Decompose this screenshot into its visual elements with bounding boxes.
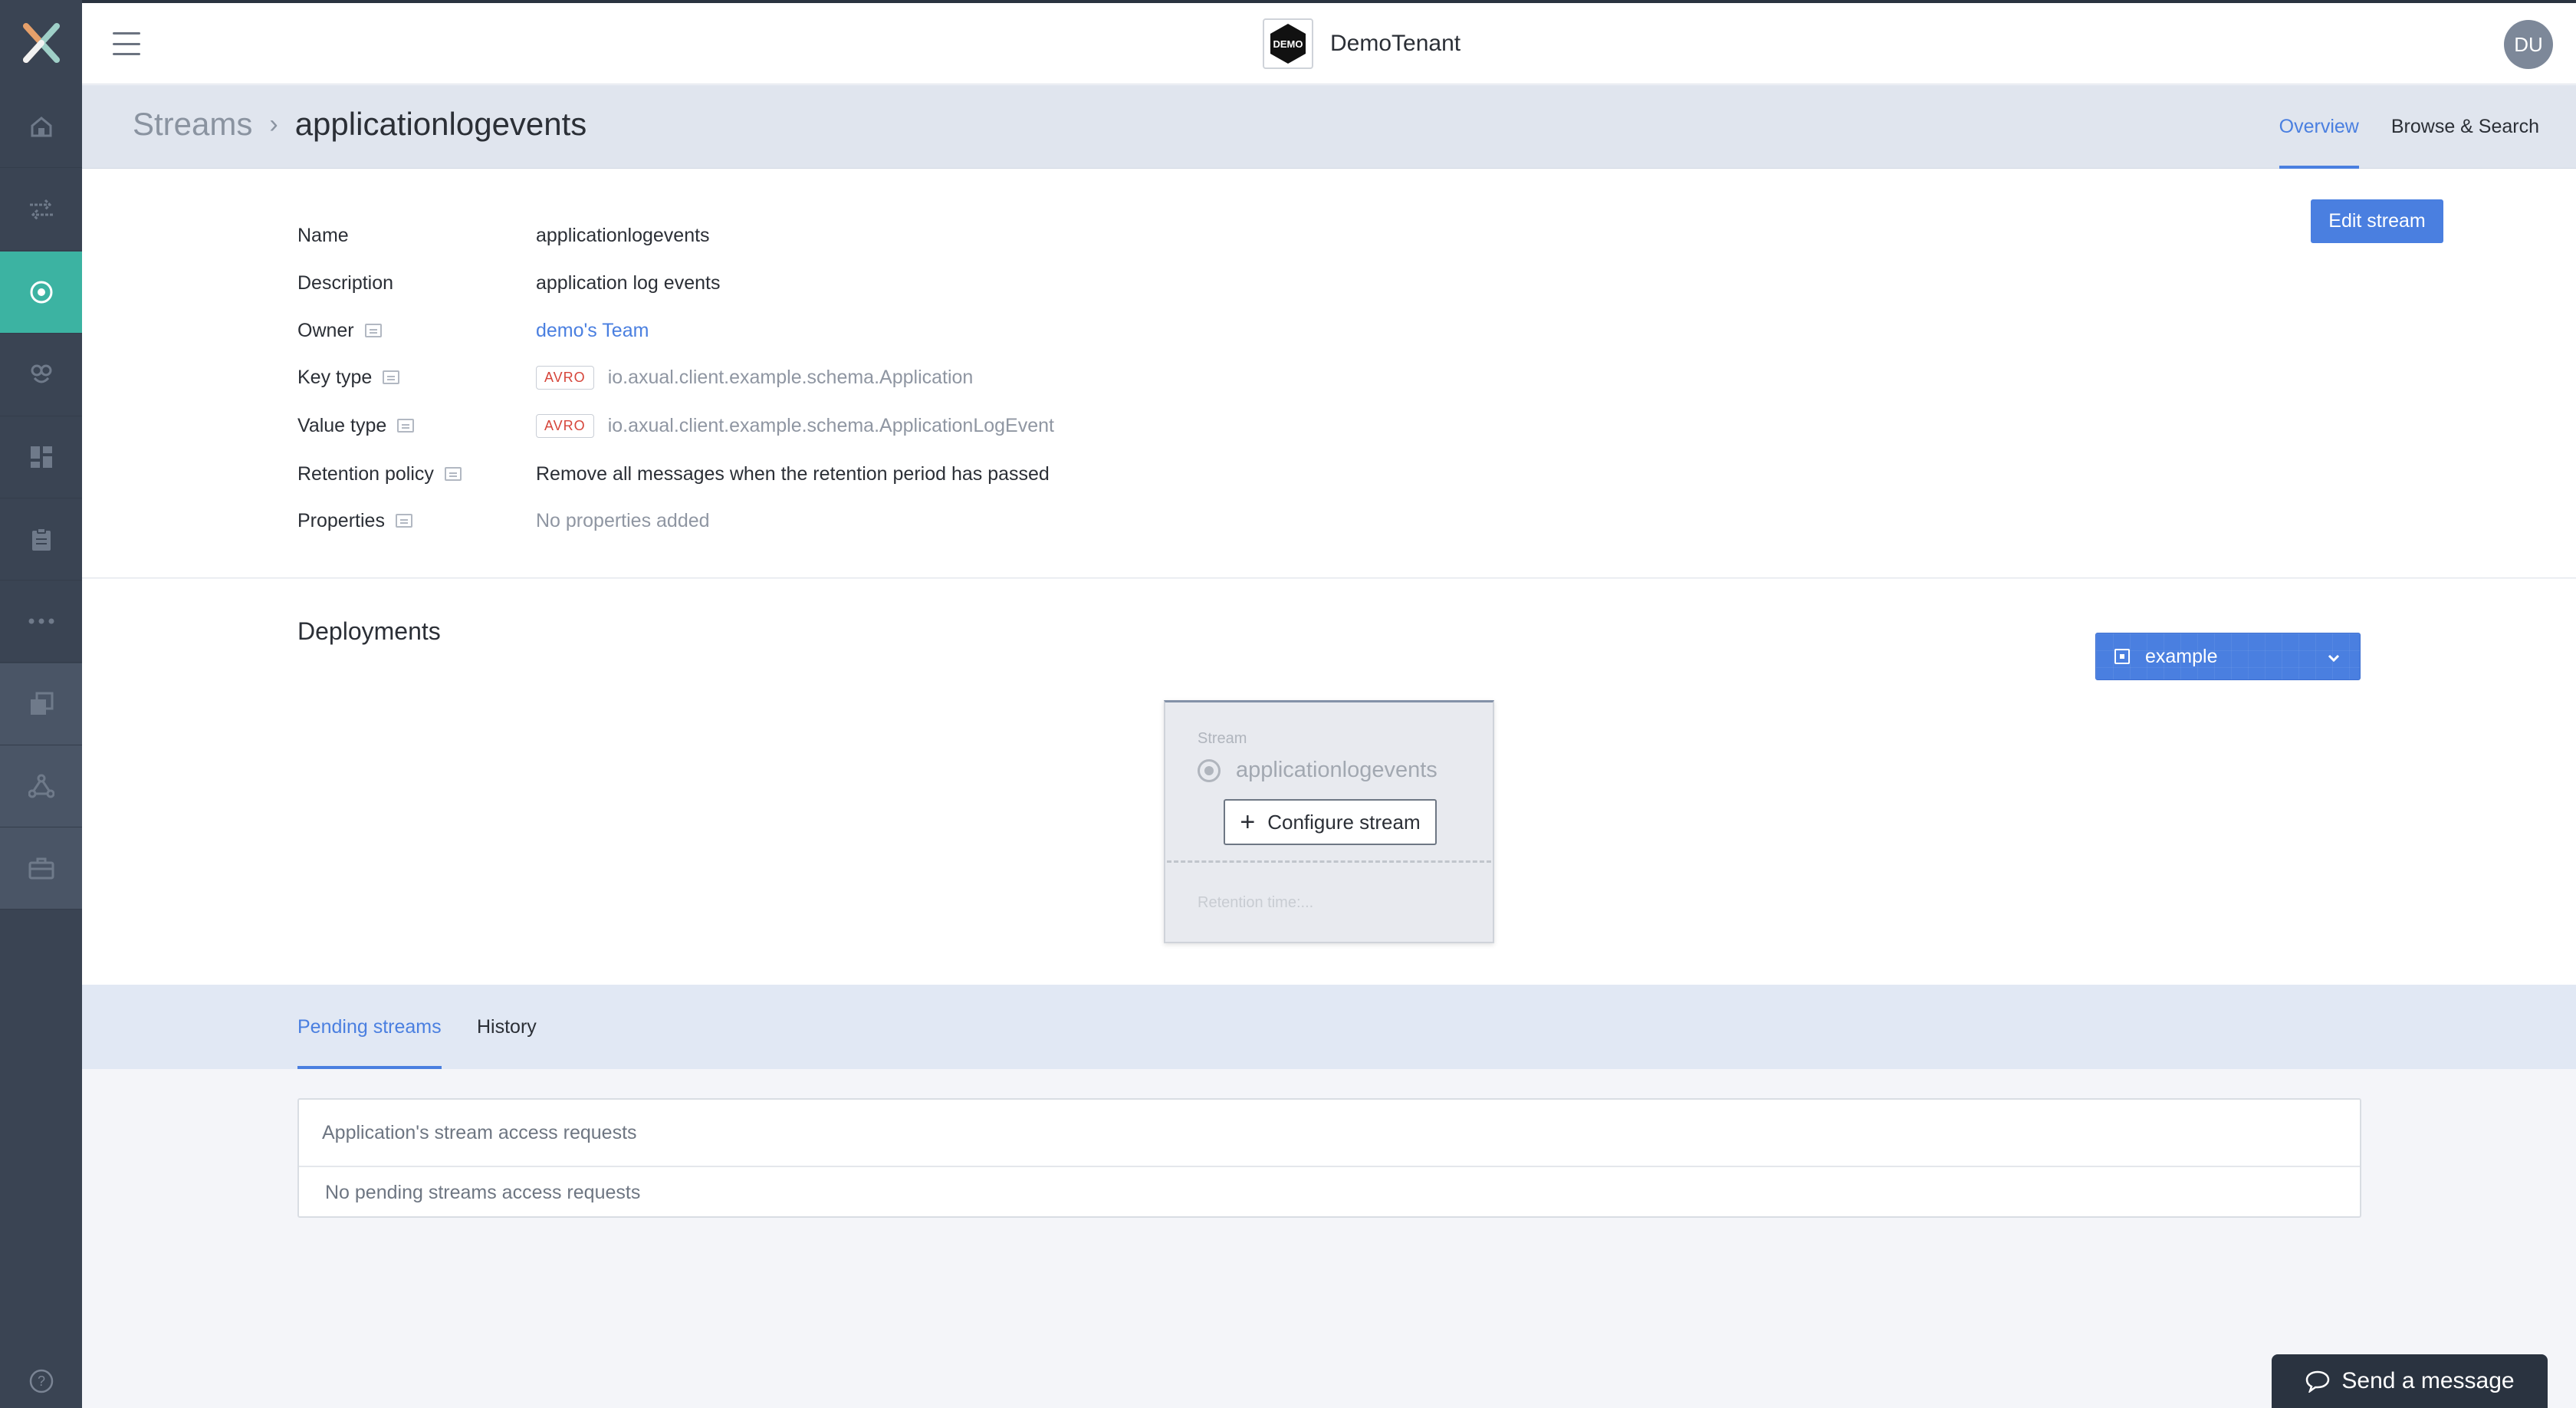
info-icon[interactable]: [395, 514, 412, 528]
send-message-label: Send a message: [2341, 1368, 2515, 1393]
field-properties: Properties No properties added: [297, 505, 710, 536]
tenant-switcher[interactable]: DEMO DemoTenant: [1263, 18, 1460, 69]
user-avatar[interactable]: DU: [2504, 20, 2553, 69]
breadcrumb-separator: ›: [269, 109, 278, 139]
help-icon: ?: [29, 1369, 53, 1393]
tenant-logo: DEMO: [1263, 18, 1313, 69]
retention-policy-value: Remove all messages when the retention p…: [536, 462, 1050, 485]
top-header: DEMO DemoTenant DU: [82, 3, 2576, 84]
tab-browse-search[interactable]: Browse & Search: [2391, 85, 2539, 169]
properties-value: No properties added: [536, 509, 710, 531]
requests-tabs: Pending streams History: [82, 985, 2576, 1069]
avro-badge: AVRO: [536, 413, 594, 438]
stream-access-requests-panel: Application's stream access requests No …: [297, 1098, 2361, 1218]
tab-overview[interactable]: Overview: [2279, 85, 2360, 169]
deployments-title: Deployments: [297, 617, 441, 645]
field-owner: Owner demo's Team: [297, 315, 649, 346]
arrows-exchange-icon: [29, 199, 53, 221]
chat-bubble-icon: [2306, 1370, 2330, 1393]
info-icon[interactable]: [444, 467, 462, 481]
network-icon: [28, 774, 54, 798]
grid-icon: [30, 446, 52, 468]
info-icon[interactable]: [364, 324, 382, 337]
page-tabs: Overview Browse & Search: [2279, 85, 2539, 169]
sidebar-item-flows[interactable]: [0, 169, 82, 251]
help-button[interactable]: ?: [0, 1354, 82, 1408]
sidebar-item-streams[interactable]: [0, 252, 82, 334]
value-type-value: io.axual.client.example.schema.Applicati…: [607, 414, 1054, 436]
clipboard-icon: [31, 528, 51, 551]
stream-flow-line: [1167, 860, 1491, 864]
field-label: Value type: [297, 414, 387, 436]
breadcrumb-streams-link[interactable]: Streams: [133, 106, 252, 143]
field-retention-policy: Retention policy Remove all messages whe…: [297, 459, 1050, 489]
stream-name-value: applicationlogevents: [536, 224, 710, 246]
sidebar-item-applications[interactable]: [0, 334, 82, 416]
field-name: Name applicationlogevents: [297, 220, 710, 251]
stream-target-icon: [30, 281, 52, 304]
field-value-type: Value type AVRO io.axual.client.example.s…: [297, 410, 1054, 441]
field-label: Owner: [297, 319, 354, 341]
sidebar-item-topology[interactable]: [0, 745, 82, 827]
environment-select[interactable]: example: [2095, 633, 2361, 680]
stream-deployment-card: Stream applicationlogevents + Configure …: [1164, 700, 1494, 943]
tenant-name: DemoTenant: [1330, 31, 1461, 56]
field-label: Name: [297, 224, 349, 246]
configure-stream-label: Configure stream: [1267, 810, 1421, 834]
page-title: applicationlogevents: [294, 106, 587, 142]
axual-logo[interactable]: [0, 3, 82, 83]
sidebar-item-dashboard[interactable]: [0, 416, 82, 498]
chevron-down-icon: [2328, 646, 2340, 666]
sidebar-item-tools[interactable]: [0, 827, 82, 910]
requests-empty-message: No pending streams access requests: [325, 1181, 641, 1203]
field-label: Description: [297, 271, 394, 294]
send-message-button[interactable]: Send a message: [2272, 1354, 2548, 1408]
field-key-type: Key type AVRO io.axual.client.example.sch…: [297, 362, 973, 393]
field-description: Description application log events: [297, 268, 720, 298]
field-label: Retention policy: [297, 462, 434, 485]
page-title-bar: Streams › applicationlogevents Overview …: [82, 85, 2576, 169]
copy-icon: [30, 692, 53, 715]
avro-badge: AVRO: [536, 365, 594, 390]
svg-text:DEMO: DEMO: [1273, 38, 1303, 50]
sidebar: ?: [0, 0, 82, 1408]
info-icon[interactable]: [397, 419, 415, 433]
key-type-value: io.axual.client.example.schema.Applicati…: [607, 366, 974, 388]
briefcase-icon: [28, 857, 54, 880]
stream-icon: [1198, 758, 1221, 782]
more-dots-icon: [28, 618, 54, 624]
configure-stream-button[interactable]: + Configure stream: [1224, 799, 1437, 845]
sidebar-item-reports[interactable]: [0, 498, 82, 581]
description-value: application log events: [536, 271, 721, 294]
svg-text:?: ?: [37, 1373, 44, 1389]
sidebar-item-home[interactable]: [0, 86, 82, 168]
environment-icon: [2114, 649, 2130, 664]
edit-stream-button[interactable]: Edit stream: [2311, 199, 2443, 243]
card-stream-label: applicationlogevents: [1236, 758, 1438, 782]
deployments-section: Deployments example Stream applicationlo…: [82, 579, 2576, 985]
plus-icon: +: [1240, 808, 1256, 837]
stream-details: Edit stream Name applicationlogevents De…: [82, 169, 2576, 578]
requests-header: Application's stream access requests: [299, 1100, 2360, 1167]
retention-time-label: Retention time:...: [1198, 894, 1314, 911]
card-kicker: Stream: [1198, 730, 1247, 747]
owner-link[interactable]: demo's Team: [536, 320, 649, 342]
hamburger-menu-icon[interactable]: [113, 32, 140, 55]
info-icon[interactable]: [383, 370, 400, 384]
card-stream-name: applicationlogevents: [1198, 758, 1438, 783]
field-label: Properties: [297, 509, 385, 531]
sidebar-item-instances[interactable]: [0, 663, 82, 745]
breadcrumb: Streams › applicationlogevents: [133, 106, 586, 143]
field-label: Key type: [297, 366, 373, 388]
sidebar-item-more[interactable]: [0, 581, 82, 663]
applications-icon: [31, 364, 51, 383]
home-icon: [31, 117, 51, 137]
tab-history[interactable]: History: [477, 985, 537, 1069]
tab-pending-streams[interactable]: Pending streams: [297, 985, 442, 1069]
environment-label: example: [2145, 645, 2218, 667]
